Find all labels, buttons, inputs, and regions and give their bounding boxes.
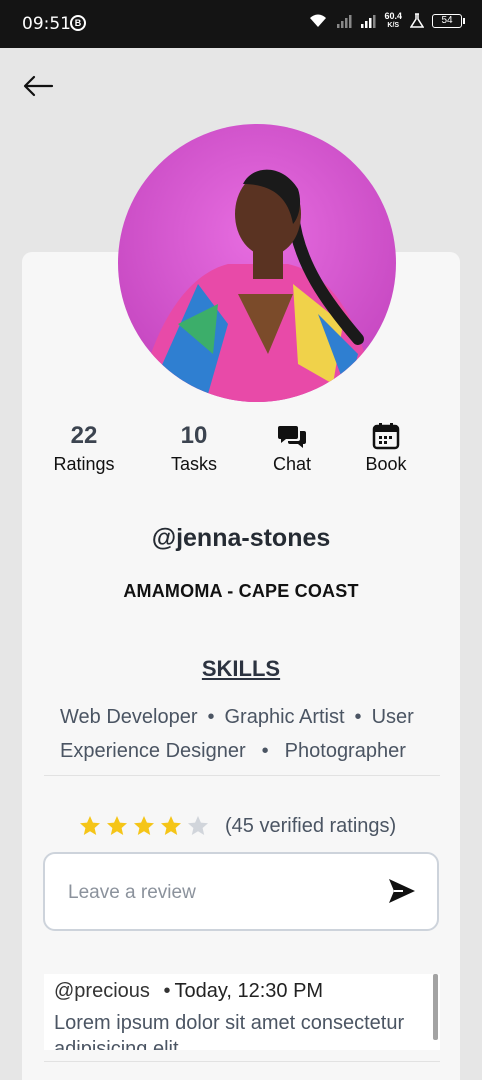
skill-tag: Experience Designer xyxy=(60,740,246,762)
send-icon[interactable] xyxy=(387,876,417,906)
comment-item: @precious • Today, 12:30 PM Lorem ipsum d… xyxy=(44,974,440,1050)
username-handle: @jenna-stones xyxy=(151,524,331,552)
book-label: Book xyxy=(365,454,407,474)
tasks-label: Tasks xyxy=(170,454,217,474)
tasks-count: 10 xyxy=(180,422,208,449)
comment-user[interactable]: @precious xyxy=(54,980,150,1002)
star-empty-icon xyxy=(188,816,208,835)
divider xyxy=(44,775,440,776)
comment-scrollbar[interactable] xyxy=(433,974,438,1040)
chat-label: Chat xyxy=(272,454,312,474)
skill-separator: • xyxy=(354,706,362,728)
stars xyxy=(78,814,213,838)
review-input[interactable]: Leave a review xyxy=(43,852,439,931)
star-filled-icon xyxy=(80,816,100,835)
chat-button[interactable]: Chat xyxy=(242,418,342,475)
star-filled-icon xyxy=(161,816,181,835)
rating-count-text: (45 verified ratings) xyxy=(225,814,397,837)
skills-list: Web Developer • Graphic Artist • User Experi… xyxy=(60,700,440,768)
ratings-count: 22 xyxy=(70,422,98,449)
skill-tag: User xyxy=(371,706,414,728)
comment-time: Today, 12:30 PM xyxy=(174,980,324,1002)
comment-separator: • xyxy=(163,980,171,1002)
wifi-icon xyxy=(310,14,327,27)
profile-avatar xyxy=(118,124,396,402)
skill-tag: Photographer xyxy=(284,740,406,762)
skill-separator: • xyxy=(207,706,215,728)
status-bar: 09:51 B 60.4 K/S 54 xyxy=(0,0,482,48)
review-placeholder: Leave a review xyxy=(68,882,196,903)
skill-tag: Graphic Artist xyxy=(224,706,345,728)
ratings-stat[interactable]: 22 Ratings xyxy=(34,418,134,475)
network-speed: 60.4 K/S xyxy=(384,11,402,30)
signal-1-icon xyxy=(337,15,352,28)
star-filled-icon xyxy=(107,816,127,835)
flask-icon xyxy=(410,13,424,28)
profile-stats: 22 Ratings 10 Tasks Chat Book xyxy=(30,418,452,482)
star-rating: (45 verified ratings) xyxy=(78,814,396,838)
battery-icon: 54 xyxy=(432,14,465,28)
chat-icon xyxy=(278,426,306,448)
comment-header: @precious • Today, 12:30 PM xyxy=(54,980,323,1003)
skills-title: SKILLS xyxy=(201,656,281,681)
comment-text: Lorem ipsum dolor sit amet consectetur a… xyxy=(54,1012,405,1050)
location: AMAMOMA - CAPE COAST xyxy=(123,581,359,601)
status-time: 09:51 xyxy=(22,14,71,34)
avatar-photo xyxy=(138,169,376,402)
skill-tag: Web Developer xyxy=(60,706,198,728)
calendar-icon xyxy=(372,423,400,450)
book-button[interactable]: Book xyxy=(336,418,436,475)
skill-separator: • xyxy=(261,740,269,762)
tasks-stat[interactable]: 10 Tasks xyxy=(144,418,244,475)
signal-2-icon xyxy=(361,15,376,28)
b-notification-icon: B xyxy=(70,15,86,31)
back-arrow-icon[interactable] xyxy=(20,70,56,102)
star-filled-icon xyxy=(134,816,154,835)
divider xyxy=(44,1061,440,1062)
ratings-label: Ratings xyxy=(53,454,115,474)
